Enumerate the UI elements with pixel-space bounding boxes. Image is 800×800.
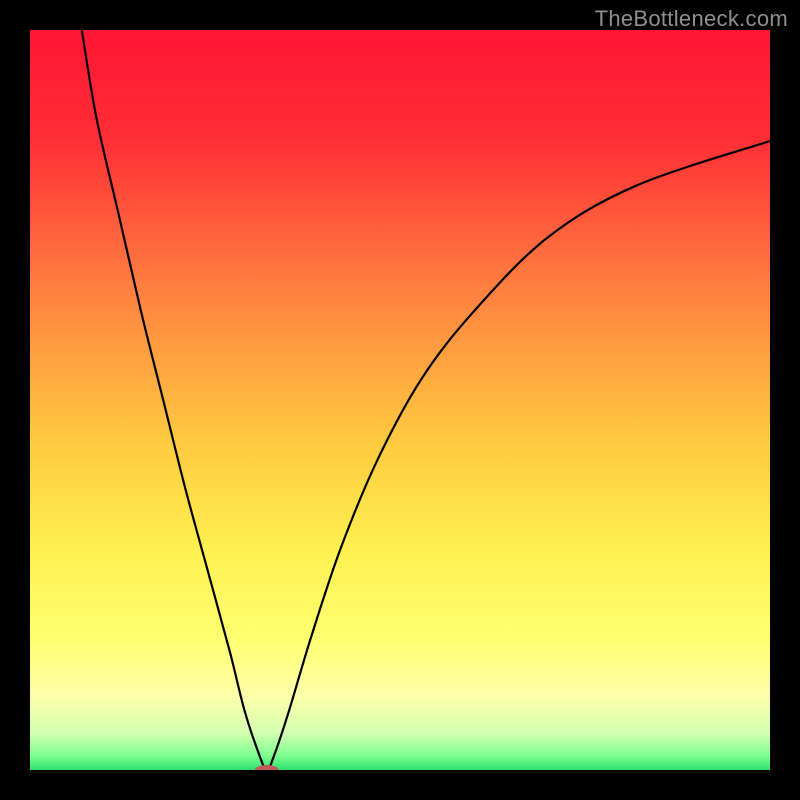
chart-background: [30, 30, 770, 770]
chart-container: TheBottleneck.com: [0, 0, 800, 800]
chart-svg: [30, 30, 770, 770]
plot-area: [30, 30, 770, 770]
watermark-label: TheBottleneck.com: [595, 6, 788, 32]
